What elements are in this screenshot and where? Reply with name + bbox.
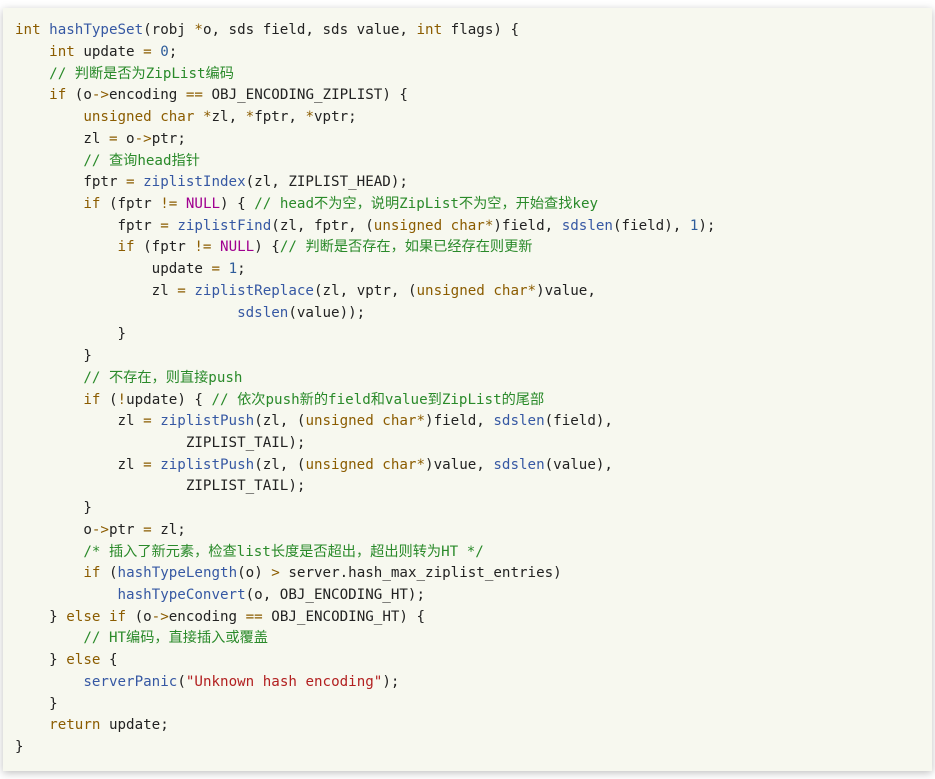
token-num: 0 (160, 44, 169, 60)
token-num: 1 (690, 218, 699, 234)
token-kw: if (83, 196, 100, 212)
token-op: ! (118, 392, 127, 408)
code-block: int hashTypeSet(robj *o, sds field, sds … (3, 8, 932, 770)
token-nul: NULL (220, 239, 254, 255)
token-op: -> (92, 522, 109, 538)
token-fn: ziplistFind (177, 218, 271, 234)
token-op: * (203, 109, 212, 125)
token-op: = (143, 522, 152, 538)
token-op: = (143, 413, 152, 429)
token-num: 1 (229, 261, 238, 277)
token-fn: hashTypeLength (118, 565, 238, 581)
token-fn: hashTypeConvert (118, 587, 246, 603)
code-content: int hashTypeSet(robj *o, sds field, sds … (15, 22, 715, 755)
token-op: != (194, 239, 211, 255)
token-op: = (143, 457, 152, 473)
token-kw: else (66, 652, 100, 668)
token-op: = (160, 218, 169, 234)
token-op: = (143, 44, 152, 60)
token-kw: if (83, 392, 100, 408)
token-cmt: // 查询head指针 (83, 153, 200, 169)
token-op: = (109, 131, 118, 147)
token-kw: unsigned char (416, 283, 527, 299)
token-op: * (194, 22, 203, 38)
token-kw: int (15, 22, 49, 38)
token-fn: sdslen (237, 305, 288, 321)
token-kw: int (49, 44, 75, 60)
token-fn: ziplistReplace (194, 283, 314, 299)
token-fn: serverPanic (83, 674, 177, 690)
token-kw: int (416, 22, 442, 38)
token-kw: if (118, 239, 135, 255)
token-op: * (416, 457, 425, 473)
token-op: = (177, 283, 186, 299)
token-kw: unsigned char (305, 457, 416, 473)
token-op: == (246, 609, 263, 625)
token-op: > (271, 565, 280, 581)
token-cmt: // 依次push新的field和value到ZipList的尾部 (212, 392, 545, 408)
token-mac: OBJ_ENCODING_ZIPLIST (212, 87, 383, 103)
token-fn: sdslen (562, 218, 613, 234)
token-cmt: // 不存在，则直接push (83, 370, 242, 386)
token-kw: unsigned char (374, 218, 485, 234)
token-op: != (160, 196, 177, 212)
token-op: -> (152, 609, 169, 625)
token-fn: ziplistPush (160, 413, 254, 429)
token-kw: if (83, 565, 100, 581)
token-kw: else if (66, 609, 126, 625)
token-cmt: // 判断是否为ZipList编码 (49, 66, 234, 82)
token-op: * (305, 109, 314, 125)
token-fn: hashTypeSet (49, 22, 143, 38)
token-mac: OBJ_ENCODING_HT (271, 609, 399, 625)
token-op: * (528, 283, 537, 299)
token-cmt: // 判断是否存在，如果已经存在则更新 (280, 239, 533, 255)
token-kw: unsigned char (305, 413, 416, 429)
token-op: -> (92, 87, 109, 103)
token-cmt: // head不为空，说明ZipList不为空，开始查找key (254, 196, 598, 212)
token-op: -> (135, 131, 152, 147)
token-kw: unsigned char (83, 109, 203, 125)
token-op: * (246, 109, 255, 125)
token-fn: sdslen (493, 457, 544, 473)
token-op: = (211, 261, 220, 277)
token-nul: NULL (186, 196, 220, 212)
token-kw: if (49, 87, 66, 103)
token-kw: return (49, 717, 100, 733)
token-op: * (416, 413, 425, 429)
token-str: "Unknown hash encoding" (186, 674, 382, 690)
token-op: * (485, 218, 494, 234)
token-op: = (126, 174, 135, 190)
token-cmt: // HT编码，直接插入或覆盖 (83, 630, 268, 646)
token-fn: ziplistPush (160, 457, 254, 473)
token-fn: ziplistIndex (143, 174, 246, 190)
token-op: == (186, 87, 203, 103)
token-fn: sdslen (493, 413, 544, 429)
token-cmt: /* 插入了新元素，检查list长度是否超出，超出则转为HT */ (83, 544, 483, 560)
